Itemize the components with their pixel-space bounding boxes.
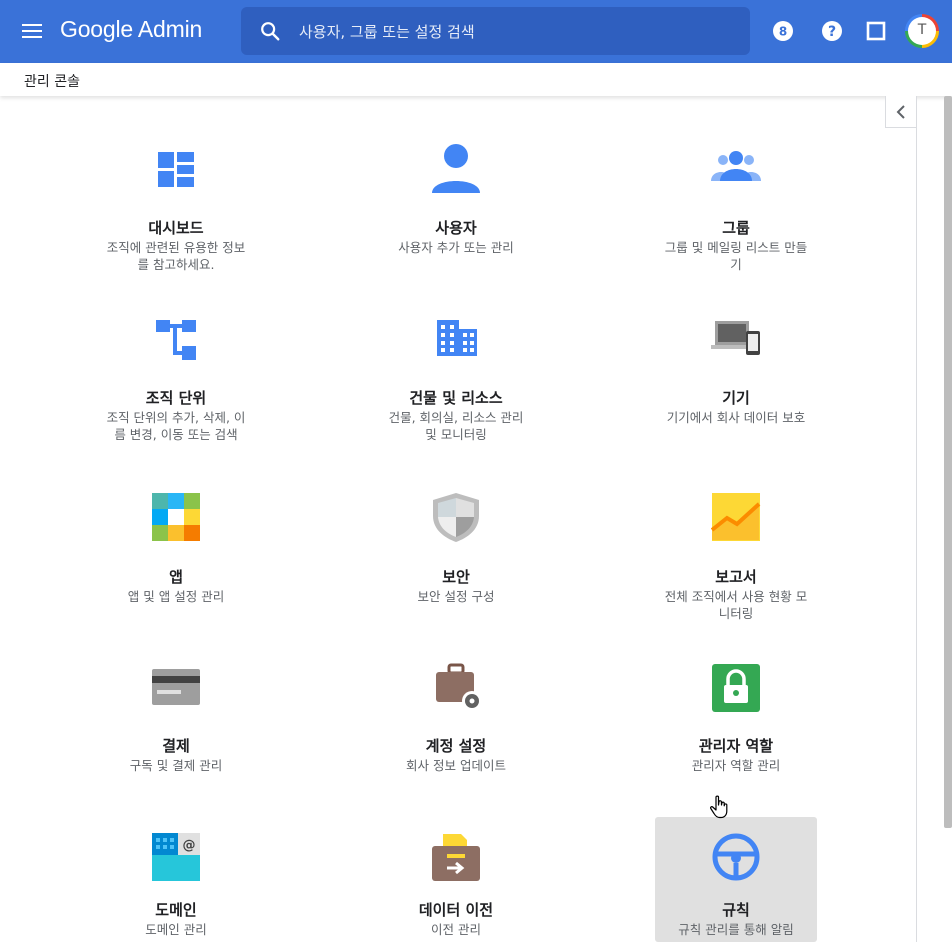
card-title: 계정 설정 xyxy=(425,737,487,755)
card-description: 건물, 회의실, 리소스 관리 및 모니터링 xyxy=(388,410,524,442)
reports-chart-icon xyxy=(711,493,761,541)
card-description: 도메인 관리 xyxy=(145,922,207,937)
collapse-panel-button[interactable] xyxy=(885,96,917,128)
card-title: 관리자 역할 xyxy=(698,737,774,755)
card-buildings[interactable]: 건물 및 리소스 건물, 회의실, 리소스 관리 및 모니터링 xyxy=(375,305,537,465)
card-data-migration[interactable]: 데이터 이전 이전 관리 xyxy=(375,817,537,942)
card-title: 보안 xyxy=(442,568,470,586)
svg-text:?: ? xyxy=(828,24,836,40)
card-title: 사용자 xyxy=(435,219,477,237)
card-title: 기기 xyxy=(722,389,750,407)
card-description: 기기에서 회사 데이터 보호 xyxy=(666,410,806,425)
billing-card-icon xyxy=(152,669,200,705)
card-billing[interactable]: 결제 구독 및 결제 관리 xyxy=(95,653,257,808)
groups-icon xyxy=(711,151,761,181)
help-icon[interactable]: ? xyxy=(820,19,844,43)
rules-wheel-icon xyxy=(712,833,760,881)
apps-icon xyxy=(152,493,200,541)
card-description: 앱 및 앱 설정 관리 xyxy=(127,589,225,604)
user-icon xyxy=(432,144,480,193)
svg-text:@: @ xyxy=(183,838,196,853)
security-shield-icon xyxy=(433,493,479,542)
card-description: 관리자 역할 관리 xyxy=(691,758,781,773)
card-apps[interactable]: 앱 앱 및 앱 설정 관리 xyxy=(95,484,257,639)
devices-icon xyxy=(711,321,760,355)
card-org-units[interactable]: 조직 단위 조직 단위의 추가, 삭제, 이름 변경, 이동 또는 검색 xyxy=(95,305,257,465)
notifications-icon[interactable] xyxy=(864,19,888,43)
breadcrumb-admin-console[interactable]: 관리 콘솔 xyxy=(24,71,80,91)
card-domains[interactable]: @ 도메인 도메인 관리 xyxy=(95,817,257,942)
breadcrumb: 관리 콘솔 xyxy=(0,63,952,96)
card-title: 앱 xyxy=(169,568,183,586)
card-title: 결제 xyxy=(162,737,190,755)
card-title: 대시보드 xyxy=(148,219,204,237)
card-reports[interactable]: 보고서 전체 조직에서 사용 현황 모니터링 xyxy=(655,484,817,639)
card-security[interactable]: 보안 보안 설정 구성 xyxy=(375,484,537,639)
search-input[interactable]: 사용자, 그룹 또는 설정 검색 xyxy=(299,21,475,42)
card-description: 그룹 및 메일링 리스트 만들기 xyxy=(664,240,808,272)
card-rules[interactable]: 규칙 규칙 관리를 통해 알림 xyxy=(655,817,817,942)
card-users[interactable]: 사용자 사용자 추가 또는 관리 xyxy=(375,135,537,290)
card-title: 조직 단위 xyxy=(145,389,207,407)
card-description: 조직에 관련된 유용한 정보를 참고하세요. xyxy=(106,240,246,272)
account-avatar[interactable]: T xyxy=(905,14,939,48)
card-admin-roles[interactable]: 관리자 역할 관리자 역할 관리 xyxy=(655,653,817,808)
domain-icon: @ xyxy=(152,833,200,881)
card-groups[interactable]: 그룹 그룹 및 메일링 리스트 만들기 xyxy=(655,135,817,290)
account-settings-icon xyxy=(436,663,481,711)
google-admin-logo[interactable]: Google Admin xyxy=(60,16,202,43)
card-title: 데이터 이전 xyxy=(418,901,494,919)
card-title: 보고서 xyxy=(715,568,757,586)
card-description: 조직 단위의 추가, 삭제, 이름 변경, 이동 또는 검색 xyxy=(106,410,246,442)
card-description: 이전 관리 xyxy=(431,922,481,937)
search-box[interactable]: 사용자, 그룹 또는 설정 검색 xyxy=(241,7,750,55)
card-dashboard[interactable]: 대시보드 조직에 관련된 유용한 정보를 참고하세요. xyxy=(95,135,257,290)
main-menu-button[interactable] xyxy=(20,20,44,42)
card-title: 도메인 xyxy=(155,901,197,919)
card-description: 보안 설정 구성 xyxy=(417,589,495,604)
dashboard-icon xyxy=(158,152,194,187)
data-migration-icon xyxy=(432,834,480,881)
card-account-settings[interactable]: 계정 설정 회사 정보 업데이트 xyxy=(375,653,537,808)
svg-text:8: 8 xyxy=(779,25,787,39)
top-app-bar: Google Admin 사용자, 그룹 또는 설정 검색 8 ? T xyxy=(0,0,952,63)
scrollbar[interactable] xyxy=(944,96,952,828)
admin-roles-lock-icon xyxy=(712,664,760,712)
card-description: 규칙 관리를 통해 알림 xyxy=(678,922,794,937)
card-title: 건물 및 리소스 xyxy=(409,389,503,407)
card-title: 그룹 xyxy=(722,219,750,237)
panel-divider xyxy=(916,128,917,942)
building-icon xyxy=(437,320,477,356)
search-icon xyxy=(261,22,280,41)
card-description: 사용자 추가 또는 관리 xyxy=(398,240,514,255)
card-description: 구독 및 결제 관리 xyxy=(129,758,223,773)
card-title: 규칙 xyxy=(722,901,750,919)
card-description: 전체 조직에서 사용 현황 모니터링 xyxy=(664,589,808,621)
card-devices[interactable]: 기기 기기에서 회사 데이터 보호 xyxy=(655,305,817,465)
apps-count-icon[interactable]: 8 xyxy=(771,19,795,43)
org-unit-icon xyxy=(156,320,196,360)
card-description: 회사 정보 업데이트 xyxy=(406,758,506,773)
chevron-left-icon xyxy=(896,105,905,119)
